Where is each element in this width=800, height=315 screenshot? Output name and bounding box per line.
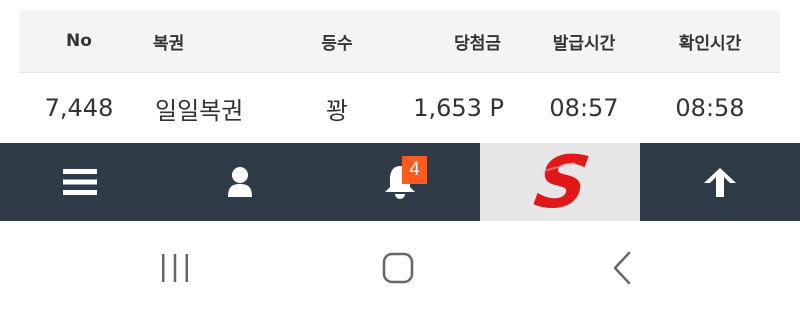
table-row[interactable]: 7,448 일일복권 꽝 1,653 P 08:57 08:58 [19,73,780,143]
profile-button[interactable] [160,143,320,221]
column-header-issued-time: 발급시간 [552,33,616,54]
scroll-top-button[interactable] [640,143,800,221]
user-icon [228,167,252,197]
column-header-lottery: 복권 [153,33,185,54]
notifications-button[interactable] [320,143,480,221]
menu-button[interactable] [0,143,160,221]
home-logo-button[interactable]: S [480,143,640,221]
recent-apps-button[interactable] [125,221,225,315]
table-header-row: No 복권 등수 당첨금 발급시간 확인시간 [19,10,780,73]
cell-rank: 꽝 [325,96,349,125]
notification-count-badge: 4 [402,156,427,184]
arrow-up-icon [704,168,736,197]
column-header-checked-time: 확인시간 [678,33,742,54]
lottery-table: No 복권 등수 당첨금 발급시간 확인시간 7,448 일일복권 꽝 1,65… [0,0,800,143]
cell-no: 7,448 [44,94,114,122]
back-chevron-icon [613,251,631,285]
svg-text:S: S [529,149,595,215]
back-button[interactable] [572,221,672,315]
column-header-no: No [66,31,92,51]
s-logo-icon: S [529,149,595,215]
column-header-prize: 당첨금 [454,33,501,54]
cell-prize: 1,653 P [413,94,504,122]
cell-issued-time: 08:57 [549,94,619,122]
home-icon [382,252,414,284]
cell-lottery: 일일복권 [155,96,244,125]
bottom-nav-bar: 4 S [0,143,800,221]
home-button[interactable] [348,221,448,315]
system-navigation-bar [0,221,800,315]
hamburger-menu-icon [63,169,97,195]
cell-checked-time: 08:58 [675,94,745,122]
recent-apps-icon [162,254,188,282]
column-header-rank: 등수 [321,33,353,54]
